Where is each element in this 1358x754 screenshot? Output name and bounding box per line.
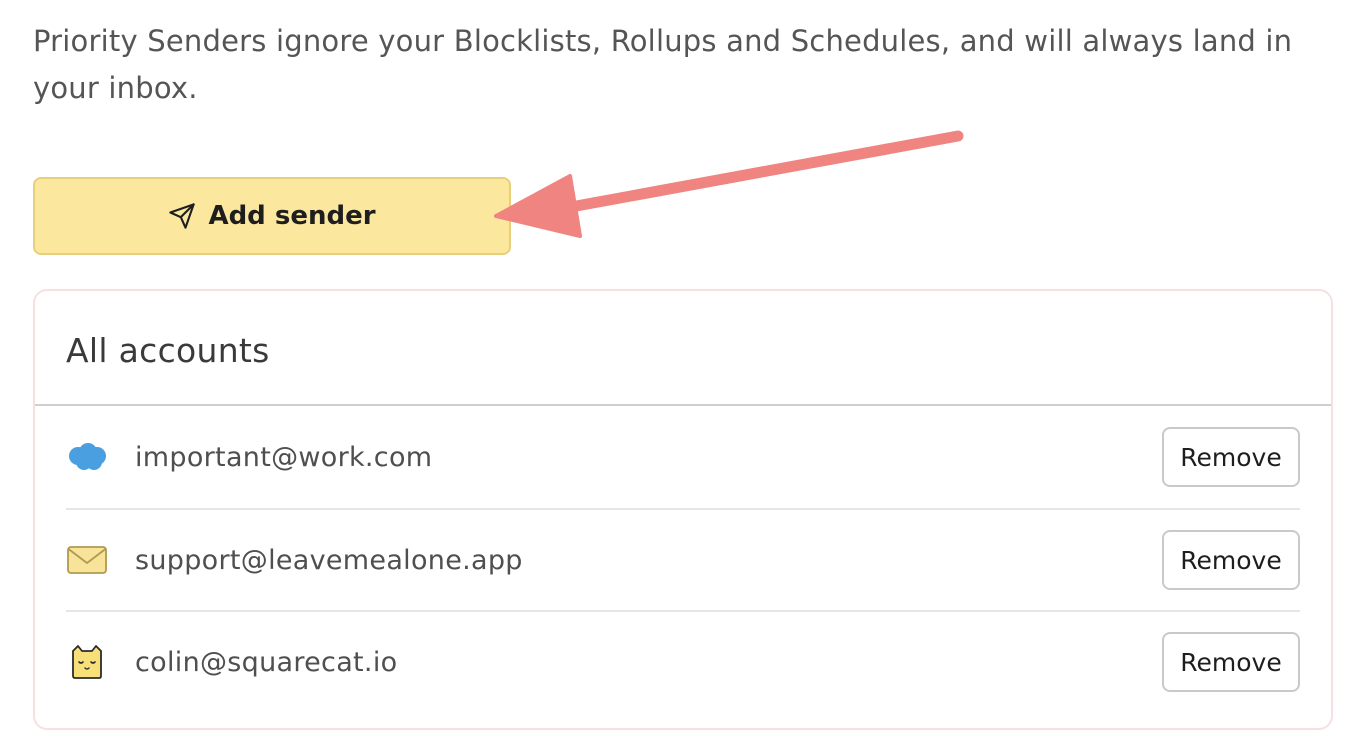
remove-button[interactable]: Remove [1162,427,1300,487]
sender-email: colin@squarecat.io [135,646,398,678]
sender-row: colin@squarecat.io Remove [66,610,1300,712]
salesforce-cloud-icon [66,436,108,478]
envelope-icon [66,539,108,581]
remove-button[interactable]: Remove [1162,530,1300,590]
sender-email: support@leavemealone.app [135,544,523,576]
squarecat-icon [66,641,108,683]
sender-row: support@leavemealone.app Remove [66,508,1300,610]
card-header: All accounts [35,291,1331,406]
add-sender-button[interactable]: Add sender [33,177,511,255]
add-sender-label: Add sender [208,201,376,231]
card-title: All accounts [66,331,270,370]
send-icon [168,202,196,230]
all-accounts-card: All accounts important@work.com Remove s… [33,289,1333,730]
intro-text: Priority Senders ignore your Blocklists,… [33,24,1293,105]
sender-row: important@work.com Remove [66,406,1300,508]
priority-senders-page: Priority Senders ignore your Blocklists,… [0,0,1358,754]
sender-email: important@work.com [135,441,433,473]
remove-button[interactable]: Remove [1162,632,1300,692]
